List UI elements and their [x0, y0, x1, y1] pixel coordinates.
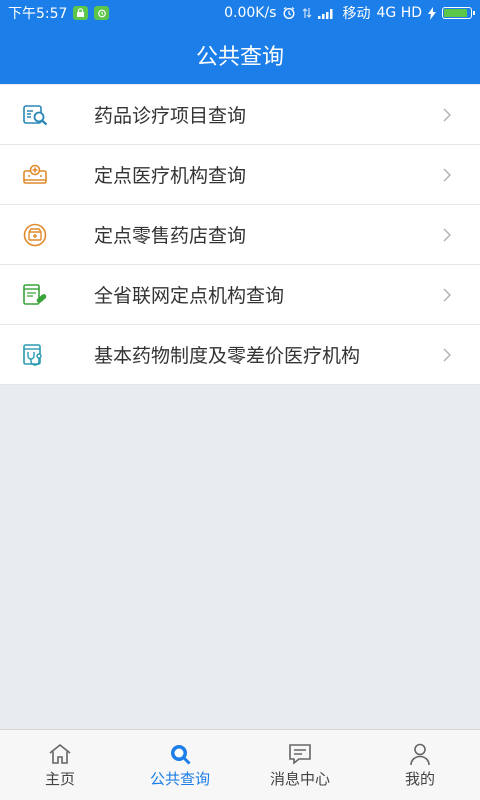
menu-item-label: 基本药物制度及零差价医疗机构: [94, 345, 361, 367]
lock-notification-icon: [73, 6, 89, 20]
status-bar: 下午5:57 0.00K/s 移动 4G HD: [0, 0, 480, 26]
search-icon: [171, 745, 191, 765]
tab-public-query[interactable]: 公共查询: [120, 730, 240, 800]
menu-item-hospital-query[interactable]: 定点医疗机构查询: [0, 145, 480, 205]
chevron-right-icon: [443, 347, 452, 362]
alarm-icon: [283, 7, 295, 20]
menu-item-label: 定点零售药店查询: [94, 225, 247, 247]
tab-home[interactable]: 主页: [0, 730, 120, 800]
data-transfer-icon: [303, 8, 312, 18]
status-time: 下午5:57: [8, 6, 68, 22]
status-bar-right: 0.00K/s 移动 4G HD: [224, 3, 475, 23]
page-title: 公共查询: [195, 45, 284, 70]
network-type: 4G HD: [376, 5, 422, 21]
alarm-notification-icon: [94, 6, 110, 20]
query-menu-list: 药品诊疗项目查询 定点医疗机构查询 定点零售药店查询 全省联网定点机构查询 基本…: [0, 85, 480, 385]
battery-level: [444, 9, 468, 17]
chevron-right-icon: [443, 287, 452, 302]
stethoscope-icon: [23, 343, 42, 366]
chevron-right-icon: [443, 167, 452, 182]
menu-item-drug-query[interactable]: 药品诊疗项目查询: [0, 85, 480, 145]
drug-search-icon: [23, 104, 48, 125]
tab-me[interactable]: 我的: [360, 730, 480, 800]
tab-label: 公共查询: [149, 770, 210, 788]
status-bar-left: 下午5:57: [8, 3, 110, 23]
menu-item-pharmacy-query[interactable]: 定点零售药店查询: [0, 205, 480, 265]
network-speed: 0.00K/s: [224, 5, 277, 21]
home-icon: [49, 743, 71, 764]
message-icon: [289, 744, 311, 765]
menu-item-network-institution-query[interactable]: 全省联网定点机构查询: [0, 265, 480, 325]
chevron-right-icon: [443, 107, 452, 122]
tab-label: 消息中心: [269, 770, 330, 788]
pharmacy-icon: [23, 223, 47, 246]
app-header: 公共查询: [0, 26, 480, 84]
menu-item-label: 药品诊疗项目查询: [94, 105, 247, 127]
network-institution-icon: [23, 283, 47, 305]
charging-icon: [428, 6, 436, 20]
hospital-icon: [23, 164, 47, 184]
carrier-name: 移动: [342, 6, 371, 22]
bottom-tab-bar: 主页 公共查询 消息中心 我的: [0, 729, 480, 800]
battery-icon: [442, 7, 475, 19]
user-icon: [410, 743, 430, 766]
tab-label: 我的: [404, 770, 435, 788]
menu-item-essential-drug-institution[interactable]: 基本药物制度及零差价医疗机构: [0, 325, 480, 385]
chevron-right-icon: [443, 227, 452, 242]
tab-message-center[interactable]: 消息中心: [240, 730, 360, 800]
menu-item-label: 定点医疗机构查询: [94, 165, 247, 187]
signal-icon: [318, 9, 333, 19]
tab-label: 主页: [44, 770, 75, 788]
menu-item-label: 全省联网定点机构查询: [94, 285, 285, 307]
